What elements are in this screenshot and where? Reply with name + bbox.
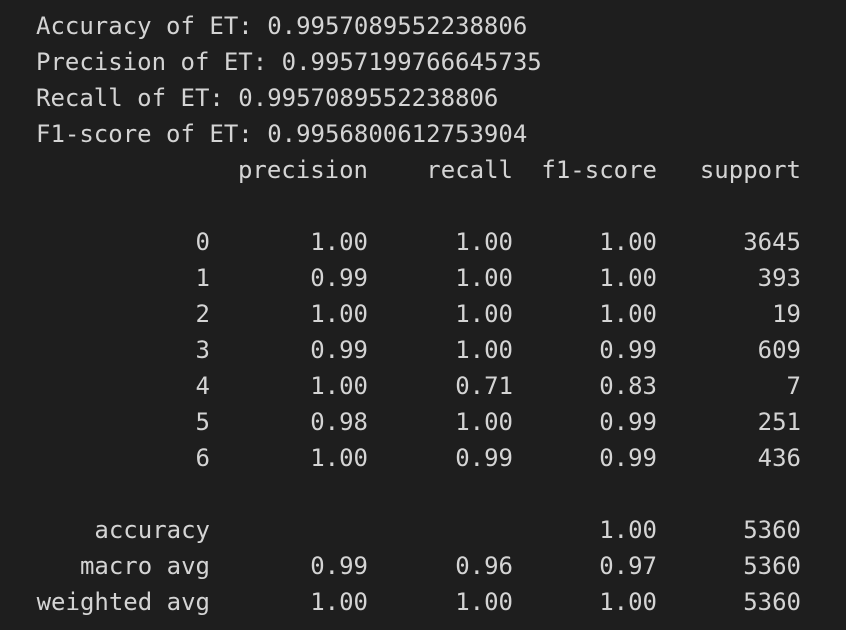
recall-line: Recall of ET: 0.9957089552238806 xyxy=(36,84,499,112)
f1-score-value: 1.00 xyxy=(599,264,657,292)
recall-value: 1.00 xyxy=(455,336,513,364)
row-label: 1 xyxy=(195,264,210,292)
recall-value: 1.00 xyxy=(455,300,513,328)
precision-value: 0.99 xyxy=(310,552,368,580)
terminal-output: Accuracy of ET: 0.9957089552238806 Preci… xyxy=(36,8,846,620)
header-recall: recall xyxy=(426,156,513,184)
accuracy-line: Accuracy of ET: 0.9957089552238806 xyxy=(36,12,528,40)
f1-score-value: 0.99 xyxy=(599,408,657,436)
precision-value: 0.99 xyxy=(310,336,368,364)
recall-value: 1.00 xyxy=(455,228,513,256)
recall-value: 1.00 xyxy=(455,588,513,616)
class-row: 4 1.00 0.71 0.83 7 xyxy=(36,368,846,404)
class-row: 3 0.99 1.00 0.99 609 xyxy=(36,332,846,368)
summary-rows: accuracy 1.00 5360 macro avg 0.99 0.96 0.97 536… xyxy=(36,512,846,620)
header-precision: precision xyxy=(237,156,368,184)
summary-row: weighted avg 1.00 1.00 1.00 5360 xyxy=(36,584,846,620)
row-label: 5 xyxy=(195,408,210,436)
f1-score-value: 0.83 xyxy=(599,372,657,400)
recall-value: 0.96 xyxy=(455,552,513,580)
summary-row: accuracy 1.00 5360 xyxy=(36,512,846,548)
f1-score-value: 0.99 xyxy=(599,336,657,364)
precision-value: 1.00 xyxy=(310,228,368,256)
support-value: 3645 xyxy=(743,228,801,256)
support-value: 393 xyxy=(757,264,801,292)
support-value: 5360 xyxy=(743,516,801,544)
support-value: 436 xyxy=(757,444,801,472)
class-row: 2 1.00 1.00 1.00 19 xyxy=(36,296,846,332)
row-label: 2 xyxy=(195,300,210,328)
precision-value: 1.00 xyxy=(310,372,368,400)
class-row: 5 0.98 1.00 0.99 251 xyxy=(36,404,846,440)
class-row: 0 1.00 1.00 1.00 3645 xyxy=(36,224,846,260)
precision-value: 0.98 xyxy=(310,408,368,436)
row-label: 4 xyxy=(195,372,210,400)
precision-line: Precision of ET: 0.9957199766645735 xyxy=(36,48,542,76)
class-rows: 0 1.00 1.00 1.00 3645 1 0.99 1.00 1.00 393 2 1.00 1.… xyxy=(36,224,846,476)
precision-value: 1.00 xyxy=(310,444,368,472)
recall-value: 0.71 xyxy=(455,372,513,400)
precision-value: 1.00 xyxy=(310,588,368,616)
row-label: 6 xyxy=(195,444,210,472)
f1-score-value: 1.00 xyxy=(599,588,657,616)
recall-value: 1.00 xyxy=(455,408,513,436)
recall-value: 1.00 xyxy=(455,264,513,292)
header-f1-score: f1-score xyxy=(541,156,657,184)
support-value: 7 xyxy=(786,372,801,400)
support-value: 251 xyxy=(757,408,801,436)
class-row: 6 1.00 0.99 0.99 436 xyxy=(36,440,846,476)
f1-score-line: F1-score of ET: 0.9956800612753904 xyxy=(36,120,528,148)
f1-score-value: 1.00 xyxy=(599,228,657,256)
class-row: 1 0.99 1.00 1.00 393 xyxy=(36,260,846,296)
f1-score-value: 0.99 xyxy=(599,444,657,472)
row-label: macro avg xyxy=(79,552,210,580)
support-value: 5360 xyxy=(743,552,801,580)
precision-value: 1.00 xyxy=(310,300,368,328)
support-value: 609 xyxy=(757,336,801,364)
recall-value: 0.99 xyxy=(455,444,513,472)
f1-score-value: 1.00 xyxy=(599,300,657,328)
row-label: accuracy xyxy=(94,516,210,544)
f1-score-value: 0.97 xyxy=(599,552,657,580)
row-label: weighted avg xyxy=(36,588,210,616)
summary-row: macro avg 0.99 0.96 0.97 5360 xyxy=(36,548,846,584)
row-label: 0 xyxy=(195,228,210,256)
f1-score-value: 1.00 xyxy=(599,516,657,544)
support-value: 5360 xyxy=(743,588,801,616)
row-label: 3 xyxy=(195,336,210,364)
precision-value: 0.99 xyxy=(310,264,368,292)
support-value: 19 xyxy=(772,300,801,328)
report-header-row: precision recall f1-score support xyxy=(36,152,846,188)
header-support: support xyxy=(699,156,801,184)
